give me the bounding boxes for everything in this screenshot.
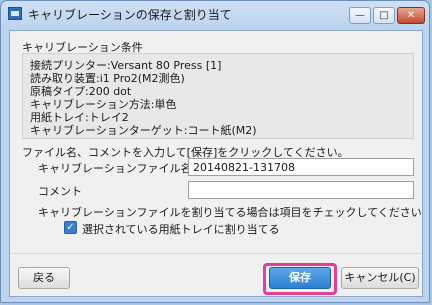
dialog-body: キャリブレーション条件 接続プリンター:Versant 80 Press [1]… (9, 30, 423, 297)
footer-divider (10, 253, 422, 254)
window-title: キャリブレーションの保存と割り当て (28, 8, 232, 22)
minimize-button[interactable]: — (349, 7, 371, 24)
comment-label: コメント (38, 185, 82, 198)
filename-label: キャリブレーションファイル名 (38, 162, 192, 175)
conditions-box: 接続プリンター:Versant 80 Press [1] 読み取り装置:i1 P… (22, 53, 414, 139)
assign-tray-label[interactable]: 選択されている用紙トレイに割り当てる (82, 221, 280, 237)
comment-input[interactable] (188, 181, 414, 199)
back-button[interactable]: 戻る (18, 267, 70, 289)
title-bar[interactable]: キャリブレーションの保存と割り当て — □ ✕ (1, 1, 429, 29)
maximize-button[interactable]: □ (373, 7, 395, 24)
assign-note: キャリブレーションファイルを割り当てる場合は項目をチェックしてください (38, 206, 422, 219)
dialog-window: キャリブレーションの保存と割り当て — □ ✕ キャリブレーション条件 接続プリ… (0, 0, 430, 303)
app-icon (8, 7, 22, 20)
close-button[interactable]: ✕ (397, 7, 425, 24)
assign-tray-checkbox[interactable]: ✓ (64, 221, 77, 234)
condition-target: キャリブレーションターゲット:コート紙(M2) (30, 124, 257, 137)
filename-input[interactable] (188, 158, 414, 176)
save-highlight-frame (263, 263, 337, 295)
cancel-button[interactable]: キャンセル(C) (341, 267, 419, 289)
